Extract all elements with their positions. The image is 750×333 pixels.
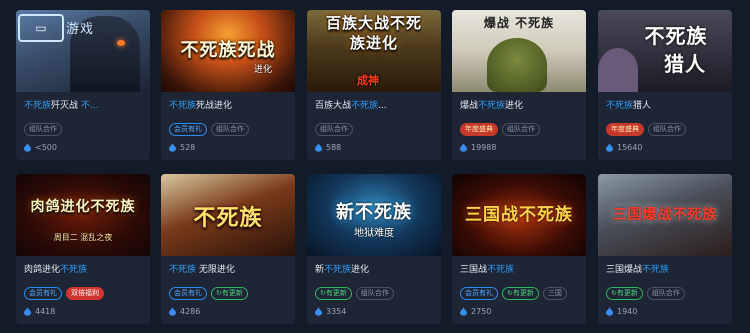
game-card[interactable]: 不死族 猎人 不死族猎人 年度盛典 组队合作 15640 <box>598 10 732 160</box>
tag-list: ↻有更新 组队合作 <box>606 287 685 300</box>
tag-coop: 组队合作 <box>24 123 62 136</box>
heat-count: 3354 <box>315 307 346 316</box>
game-name[interactable]: 不死族歼灭战 不... <box>24 98 98 111</box>
tag-list: 会员有礼 组队合作 <box>169 123 249 136</box>
game-name[interactable]: 不死族 无限进化 <box>169 262 235 275</box>
tag-updated: ↻有更新 <box>502 287 539 300</box>
tag-coop: 组队合作 <box>355 287 394 300</box>
game-name[interactable]: 新不死族进化 <box>315 262 369 275</box>
watermark-text: 游戏 <box>66 22 95 37</box>
game-name[interactable]: 三国战不死族 <box>460 262 514 275</box>
game-card[interactable]: 三国战不死族 三国战不死族 会员有礼 ↻有更新 三国 2750 <box>452 174 586 324</box>
tag-list: 会员有礼 ↻有更新 三国 <box>460 287 567 300</box>
heat-count: 15640 <box>606 143 642 152</box>
tag-updated: ↻有更新 <box>606 287 643 300</box>
tag-member: 会员有礼 <box>169 123 207 136</box>
tag-annual: 年度盛典 <box>606 123 644 136</box>
flame-icon <box>315 143 322 152</box>
game-card[interactable]: 不死族死战 进化 不死族死战进化 会员有礼 组队合作 528 <box>161 10 295 160</box>
tag-member: 会员有礼 <box>24 287 62 300</box>
tag-double-bonus: 双倍福利 <box>66 287 104 300</box>
game-name[interactable]: 百族大战不死族... <box>315 98 387 111</box>
game-name[interactable]: 不死族死战进化 <box>169 98 232 111</box>
game-grid: ▭ 游戏 不死族歼灭战 不... 组队合作 <500 不死族死战 进化 不死族死… <box>0 0 750 333</box>
game-name[interactable]: 肉鸽进化不死族 <box>24 262 87 275</box>
tag-member: 会员有礼 <box>460 287 498 300</box>
heat-count: <500 <box>24 143 57 152</box>
tag-list: 组队合作 <box>24 123 62 136</box>
heat-count: 1940 <box>606 307 637 316</box>
game-name[interactable]: 三国爆战不死族 <box>606 262 669 275</box>
tag-coop: 组队合作 <box>648 123 686 136</box>
flame-icon <box>315 307 322 316</box>
game-thumbnail[interactable]: ▭ 游戏 <box>16 10 150 92</box>
game-thumbnail[interactable]: 不死族死战 进化 <box>161 10 295 92</box>
game-thumbnail[interactable]: 百族大战不死 族进化 成神 <box>307 10 441 92</box>
game-thumbnail[interactable]: 新不死族 地狱难度 <box>307 174 441 256</box>
heat-count: 588 <box>315 143 341 152</box>
flame-icon <box>606 307 613 316</box>
tag-list: ↻有更新 组队合作 <box>315 287 394 300</box>
tag-list: 年度盛典 组队合作 <box>460 123 540 136</box>
heat-count: 4418 <box>24 307 55 316</box>
tag-updated: ↻有更新 <box>315 287 352 300</box>
game-thumbnail[interactable]: 三国战不死族 <box>452 174 586 256</box>
game-thumbnail[interactable]: 不死族 <box>161 174 295 256</box>
flame-icon <box>24 143 31 152</box>
tag-three-kingdoms: 三国 <box>542 287 567 300</box>
flame-icon <box>460 307 467 316</box>
game-thumbnail[interactable]: 肉鸽进化不死族 周目二 混乱之夜 <box>16 174 150 256</box>
tag-coop: 组队合作 <box>646 287 685 300</box>
watermark-logo: ▭ <box>18 14 64 42</box>
heat-count: 2750 <box>460 307 491 316</box>
game-card[interactable]: 百族大战不死 族进化 成神 百族大战不死族... 组队合作 588 <box>307 10 441 160</box>
tag-list: 会员有礼 双倍福利 <box>24 287 104 300</box>
game-name[interactable]: 爆战不死族进化 <box>460 98 523 111</box>
game-card[interactable]: 三国爆战不死族 三国爆战不死族 ↻有更新 组队合作 1940 <box>598 174 732 324</box>
game-card[interactable]: 不死族 不死族 无限进化 会员有礼 ↻有更新 4286 <box>161 174 295 324</box>
tag-coop: 组队合作 <box>502 123 540 136</box>
tag-updated: ↻有更新 <box>211 287 248 300</box>
game-card[interactable]: 肉鸽进化不死族 周目二 混乱之夜 肉鸽进化不死族 会员有礼 双倍福利 4418 <box>16 174 150 324</box>
game-card[interactable]: 爆战 不死族 爆战不死族进化 年度盛典 组队合作 19988 <box>452 10 586 160</box>
tag-coop: 组队合作 <box>315 123 353 136</box>
flame-icon <box>460 143 467 152</box>
heat-count: 528 <box>169 143 195 152</box>
game-thumbnail[interactable]: 爆战 不死族 <box>452 10 586 92</box>
tag-coop: 组队合作 <box>211 123 249 136</box>
game-thumbnail[interactable]: 不死族 猎人 <box>598 10 732 92</box>
game-name[interactable]: 不死族猎人 <box>606 98 651 111</box>
tag-list: 组队合作 <box>315 123 353 136</box>
tag-list: 年度盛典 组队合作 <box>606 123 686 136</box>
game-thumbnail[interactable]: 三国爆战不死族 <box>598 174 732 256</box>
flame-icon <box>169 307 176 316</box>
heat-count: 19988 <box>460 143 496 152</box>
flame-icon <box>169 143 176 152</box>
flame-icon <box>606 143 613 152</box>
game-card[interactable]: ▭ 游戏 不死族歼灭战 不... 组队合作 <500 <box>16 10 150 160</box>
tag-list: 会员有礼 ↻有更新 <box>169 287 248 300</box>
flame-icon <box>24 307 31 316</box>
game-card[interactable]: 新不死族 地狱难度 新不死族进化 ↻有更新 组队合作 3354 <box>307 174 441 324</box>
heat-count: 4286 <box>169 307 200 316</box>
tag-annual: 年度盛典 <box>460 123 498 136</box>
tag-member: 会员有礼 <box>169 287 207 300</box>
